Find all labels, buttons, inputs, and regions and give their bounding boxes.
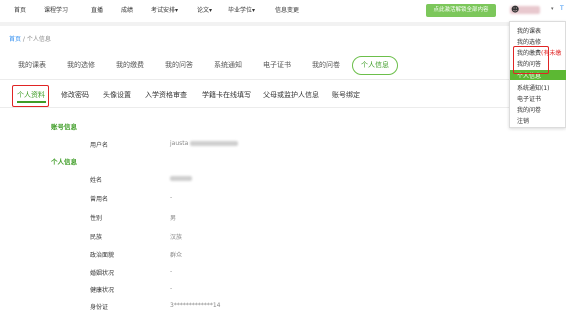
subtab-avatar-settings[interactable]: 头像设置: [103, 90, 131, 100]
ethnicity-label: 民族: [90, 234, 103, 241]
breadcrumb: 首页 / 个人信息: [9, 34, 51, 43]
nav-grades[interactable]: 成绩: [121, 5, 133, 14]
highlight-box-menu: [513, 46, 549, 74]
name-label: 姓名: [90, 177, 103, 184]
former-name-label: 曾用名: [90, 196, 109, 203]
user-dropdown-menu: 我的课表 我的选修 我的缴费(有未缴 我的问答 个人信息 系统通知(1) 电子证…: [509, 21, 566, 128]
user-icon[interactable]: ☻: [511, 5, 519, 14]
id-card-label: 身份证: [90, 304, 109, 311]
subtab-account-binding[interactable]: 账号绑定: [332, 90, 360, 100]
gender-value: 男: [170, 215, 177, 222]
tab-my-electives[interactable]: 我的选修: [67, 60, 95, 70]
nav-overflow-text[interactable]: T: [560, 5, 564, 12]
menu-item-logout[interactable]: 注销: [517, 116, 529, 125]
sub-tabs: 个人资料 修改密码 头像设置 入学资格审查 学籍卡在线填写 父母或监护人信息 账…: [0, 88, 566, 104]
nav-thesis[interactable]: 论文▾: [197, 5, 212, 14]
tab-my-schedule[interactable]: 我的课表: [18, 60, 46, 70]
health-status-value: -: [170, 285, 173, 292]
breadcrumb-home[interactable]: 首页: [9, 36, 21, 43]
main-tabs: 我的课表 我的选修 我的缴费 我的问答 系统通知 电子证书 我的问卷 个人信息: [0, 56, 566, 76]
menu-item-e-certificates[interactable]: 电子证书: [517, 94, 541, 103]
political-status-value: 群众: [170, 252, 183, 259]
activate-unlock-button[interactable]: 点此激活解锁全部内容: [426, 4, 496, 17]
tab-system-notices[interactable]: 系统通知: [214, 60, 242, 70]
nav-course-study[interactable]: 课程学习: [44, 5, 68, 14]
subtab-student-card[interactable]: 学籍卡在线填写: [202, 90, 251, 100]
marital-status-label: 婚姻状况: [90, 270, 115, 277]
menu-item-system-notices[interactable]: 系统通知(1): [517, 83, 550, 92]
personal-info-title: 个人信息: [51, 158, 77, 166]
menu-item-my-electives[interactable]: 我的选修: [517, 37, 541, 46]
nav-graduation-degree[interactable]: 毕业学位▾: [228, 5, 255, 14]
main-tabs-divider: [0, 79, 566, 80]
id-card-value: 3*************14: [170, 302, 221, 309]
username-label: 用户名: [90, 142, 109, 149]
top-nav: 首页 课程学习 直播 成绩 考试安排▾ 论文▾ 毕业学位▾ 信息变更 点此激活解…: [0, 0, 566, 22]
breadcrumb-current: 个人信息: [26, 36, 51, 43]
account-info-title: 账号信息: [51, 123, 77, 131]
subtab-change-password[interactable]: 修改密码: [61, 90, 89, 100]
nav-home[interactable]: 首页: [14, 5, 26, 14]
name-value: [170, 175, 192, 182]
tab-my-qa[interactable]: 我的问答: [165, 60, 193, 70]
former-name-value: -: [170, 194, 173, 201]
political-status-label: 政治面貌: [90, 252, 115, 259]
chevron-down-icon[interactable]: ▾: [551, 6, 554, 12]
gender-label: 性别: [90, 215, 103, 222]
username-value: jausta: [170, 140, 239, 147]
marital-status-value: -: [170, 268, 173, 275]
menu-item-my-schedule[interactable]: 我的课表: [517, 26, 541, 35]
menu-item-my-surveys[interactable]: 我的问卷: [517, 105, 541, 114]
tab-personal-info[interactable]: 个人信息: [352, 56, 398, 75]
health-status-label: 健康状况: [90, 287, 115, 294]
subtab-admission-review[interactable]: 入学资格审查: [145, 90, 187, 100]
nav-info-change[interactable]: 信息变更: [275, 5, 299, 14]
sub-tabs-divider: [0, 107, 566, 108]
ethnicity-value: 汉族: [170, 234, 183, 241]
redacted-name: [170, 176, 192, 181]
header-separator: [0, 22, 566, 26]
nav-live[interactable]: 直播: [91, 5, 103, 14]
highlight-box-profile-tab: [12, 85, 49, 107]
subtab-guardian-info[interactable]: 父母或监护人信息: [263, 90, 319, 100]
redacted-username: [190, 141, 239, 146]
tab-e-certificates[interactable]: 电子证书: [263, 60, 291, 70]
nav-exam-schedule[interactable]: 考试安排▾: [151, 5, 178, 14]
tab-my-surveys[interactable]: 我的问卷: [312, 60, 340, 70]
tab-my-payments[interactable]: 我的缴费: [116, 60, 144, 70]
